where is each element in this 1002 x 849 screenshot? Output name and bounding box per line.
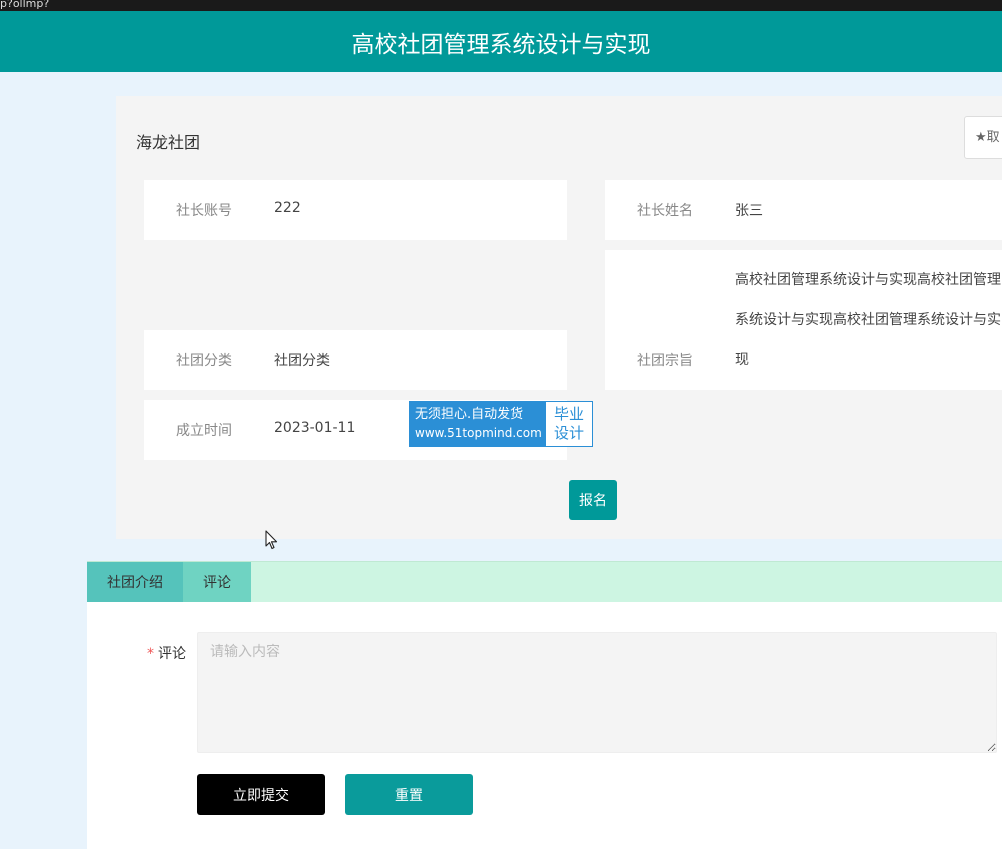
field-value: 高校社团管理系统设计与实现高校社团管理系统设计与实现高校社团管理系统设计与实现 — [735, 272, 1001, 368]
field-label: 社团宗旨 — [637, 353, 693, 369]
field-value: 社团分类 — [274, 353, 330, 369]
field-category: 社团分类 社团分类 — [144, 330, 567, 390]
comment-label: * 评论 — [147, 643, 186, 663]
field-purpose: 社团宗旨 高校社团管理系统设计与实现高校社团管理系统设计与实现高校社团管理系统设… — [605, 250, 1002, 390]
club-detail-panel: 海龙社团 ★取 社长账号 222 社长姓名 张三 社团分类 社团分类 社团宗旨 … — [116, 96, 1002, 539]
field-label: 社长姓名 — [637, 203, 693, 219]
watermark-logo: 无须担心.自动发货 www.51topmind.com 毕业 设计 — [409, 401, 593, 447]
required-mark: * — [147, 646, 154, 662]
window-title-strip: p?ollmp? — [0, 0, 1002, 11]
submit-button[interactable]: 立即提交 — [197, 774, 325, 815]
comment-label-text: 评论 — [158, 646, 186, 662]
club-name: 海龙社团 — [136, 133, 201, 152]
watermark-line1: 无须担心.自动发货 — [415, 407, 524, 422]
watermark-left: 无须担心.自动发货 www.51topmind.com — [410, 402, 546, 446]
mouse-cursor-icon — [265, 530, 278, 550]
comment-textarea[interactable] — [197, 632, 997, 753]
field-value: 222 — [274, 200, 301, 216]
tab-bar: 社团介绍 评论 — [87, 561, 1002, 602]
site-title: 高校社团管理系统设计与实现 — [351, 31, 651, 58]
field-value: 2023-01-11 — [274, 420, 356, 436]
tab-club-intro[interactable]: 社团介绍 — [87, 562, 183, 602]
watermark-line2: www.51topmind.com — [415, 426, 542, 440]
signup-button[interactable]: 报名 — [569, 480, 617, 520]
tabs-panel: 社团介绍 评论 *评论 立即提交 重置 — [87, 561, 1002, 849]
field-label: 社团分类 — [176, 353, 232, 369]
field-leader-account: 社长账号 222 — [144, 180, 567, 240]
watermark-right2: 设计 — [553, 424, 584, 442]
watermark-right: 毕业 设计 — [546, 402, 592, 446]
favorite-button[interactable]: ★取 — [964, 116, 1002, 159]
reset-button[interactable]: 重置 — [345, 774, 473, 815]
field-label: 社长账号 — [176, 203, 232, 219]
site-header: 高校社团管理系统设计与实现 — [0, 11, 1002, 72]
field-leader-name: 社长姓名 张三 — [605, 180, 1002, 240]
field-value: 张三 — [735, 203, 763, 219]
watermark-right1: 毕业 — [553, 405, 584, 423]
field-label: 成立时间 — [176, 423, 232, 439]
tab-comment[interactable]: 评论 — [183, 562, 251, 602]
window-title-text: p?ollmp? — [0, 0, 50, 10]
